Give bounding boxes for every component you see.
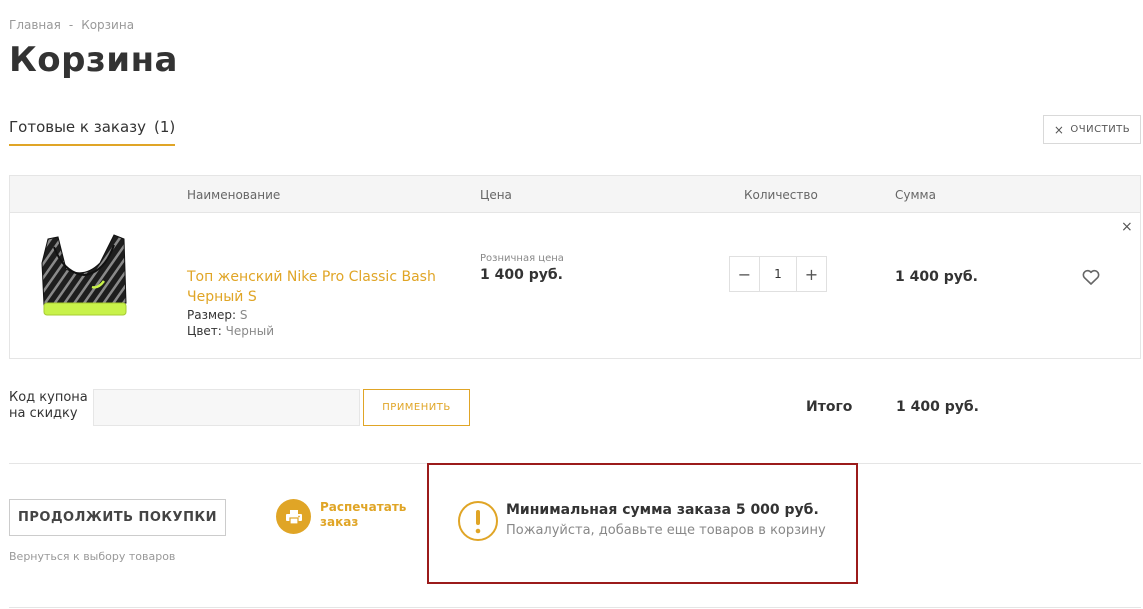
quantity-stepper: − 1 + [729,256,827,292]
product-color: Цвет: Черный [187,324,274,338]
printer-icon[interactable] [276,499,311,534]
header-price: Цена [480,188,512,202]
clear-cart-label: ОЧИСТИТЬ [1070,124,1131,135]
increase-quantity-button[interactable]: + [797,257,826,291]
page-title: Корзина [9,40,179,80]
header-quantity: Количество [744,188,818,202]
quantity-input[interactable]: 1 [759,257,797,291]
apply-coupon-button[interactable]: ПРИМЕНИТЬ [363,389,470,426]
close-icon: × [1053,122,1065,137]
tab-ready-to-order[interactable]: Готовые к заказу (1) [9,118,176,146]
breadcrumb: Главная - Корзина [9,18,134,32]
divider-bottom [9,607,1141,608]
coupon-label: Код купона на скидку [9,390,88,421]
remove-item-icon[interactable]: × [1121,219,1133,235]
cart-table-header: Наименование Цена Количество Сумма [10,176,1140,213]
cart-table: Наименование Цена Количество Сумма Топ ж… [9,175,1141,359]
back-to-catalog-link[interactable]: Вернуться к выбору товаров [9,550,175,563]
color-value: Черный [225,324,274,338]
clear-cart-button[interactable]: × ОЧИСТИТЬ [1043,115,1141,144]
tab-label: Готовые к заказу [9,118,147,136]
item-price: 1 400 руб. [480,267,563,283]
decrease-quantity-button[interactable]: − [730,257,759,291]
coupon-input[interactable] [93,389,360,426]
breadcrumb-home[interactable]: Главная [9,18,61,32]
favorite-heart-icon[interactable] [1082,269,1100,285]
size-label: Размер: [187,308,237,322]
warning-icon [458,501,498,541]
tab-count: (1) [154,118,176,136]
min-order-alert: Минимальная сумма заказа 5 000 руб. Пожа… [427,463,858,584]
breadcrumb-current[interactable]: Корзина [81,18,134,32]
retail-price-label: Розничная цена [480,253,564,264]
size-value: S [239,308,248,322]
header-name: Наименование [187,188,281,202]
breadcrumb-separator: - [68,18,74,32]
continue-shopping-button[interactable]: ПРОДОЛЖИТЬ ПОКУПКИ [9,499,226,536]
product-size: Размер: S [187,308,248,322]
total-label: Итого [806,399,853,415]
product-image[interactable] [34,233,134,337]
color-label: Цвет: [187,324,222,338]
total-value: 1 400 руб. [896,399,979,415]
item-sum: 1 400 руб. [895,269,978,285]
print-order-link[interactable]: Распечатать заказ [320,500,410,530]
header-sum: Сумма [895,188,936,202]
product-name-link[interactable]: Топ женский Nike Pro Classic Bash Черный… [187,267,437,307]
table-row: Топ женский Nike Pro Classic Bash Черный… [10,213,1140,358]
alert-title: Минимальная сумма заказа 5 000 руб. [506,502,819,518]
alert-text: Пожалуйста, добавьте еще товаров в корзи… [506,523,826,538]
